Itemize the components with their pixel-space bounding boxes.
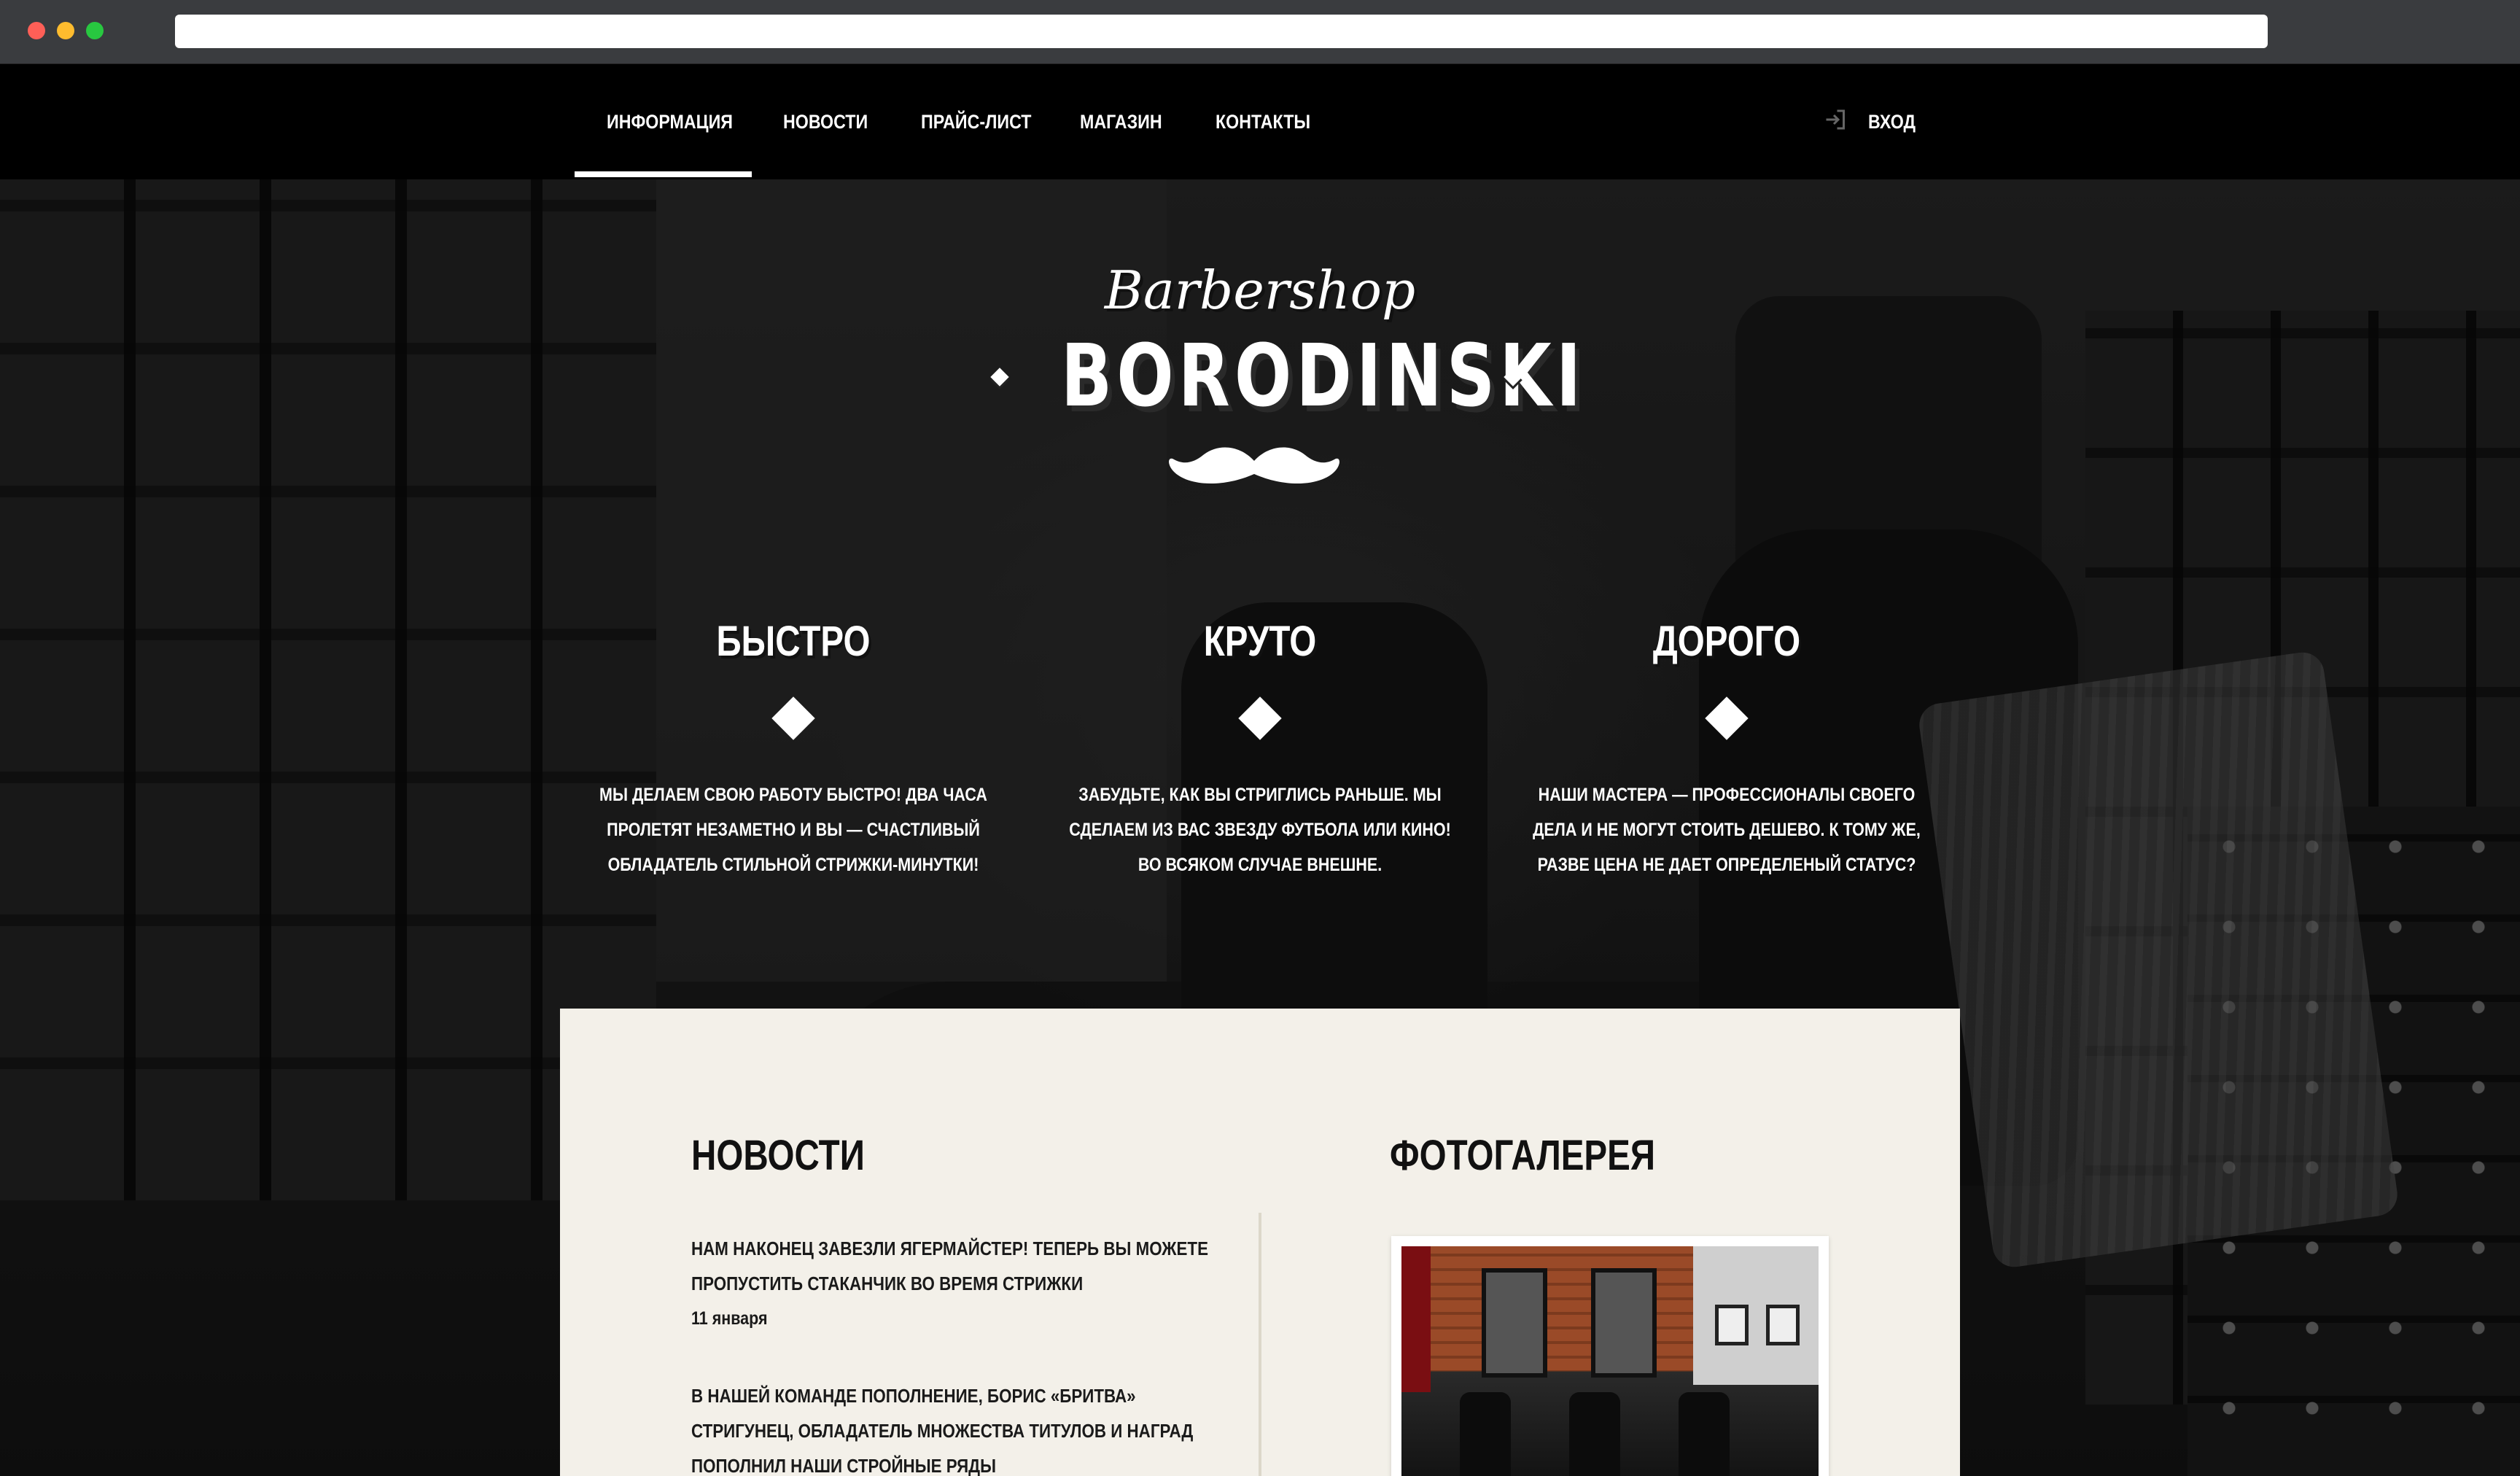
- content-panel: НОВОСТИ НАМ НАКОНЕЦ ЗАВЕЗЛИ ЯГЕРМАЙСТЕР!…: [560, 1009, 1960, 1476]
- nav-item-price-list[interactable]: ПРАЙС-ЛИСТ: [921, 64, 1031, 179]
- feature-text-fast: МЫ ДЕЛАЕМ СВОЮ РАБОТУ БЫСТРО! ДВА ЧАСА П…: [599, 785, 987, 875]
- nav-item-info[interactable]: ИНФОРМАЦИЯ: [607, 64, 733, 179]
- feature-text-expensive: НАШИ МАСТЕРА — ПРОФЕССИОНАЛЫ СВОЕГО ДЕЛА…: [1533, 785, 1921, 875]
- gallery-photo-frame[interactable]: [1391, 1236, 1829, 1476]
- photo-mirror: [1482, 1268, 1547, 1378]
- gallery-section-title: ФОТОГАЛЕРЕЯ: [1390, 1132, 1656, 1179]
- photo-curtain: [1401, 1246, 1431, 1392]
- login-icon[interactable]: [1823, 106, 1849, 133]
- gallery-photo[interactable]: [1401, 1246, 1819, 1476]
- column-divider: [1259, 1213, 1261, 1476]
- address-bar[interactable]: [175, 15, 2268, 48]
- feature-title-expensive: ДОРОГО: [1652, 618, 1801, 665]
- news-item-date: 11 января: [691, 1308, 768, 1329]
- photo-wall: [1693, 1246, 1819, 1385]
- news-item-text[interactable]: В НАШЕЙ КОМАНДЕ ПОПОЛНЕНИЕ, БОРИС «БРИТВ…: [691, 1378, 1231, 1476]
- news-item-text[interactable]: НАМ НАКОНЕЦ ЗАВЕЗЛИ ЯГЕРМАЙСТЕР! ТЕПЕРЬ …: [691, 1231, 1231, 1301]
- feature-title-cool: КРУТО: [1203, 618, 1317, 665]
- feature-title-fast: БЫСТРО: [716, 618, 871, 665]
- browser-chrome: [0, 0, 2520, 64]
- photo-frame-picture: [1766, 1305, 1800, 1345]
- feature-text-cool: ЗАБУДЬТЕ, КАК ВЫ СТРИГЛИСЬ РАНЬШЕ. МЫ СД…: [1069, 785, 1451, 875]
- mustache-icon: [1169, 447, 1339, 484]
- main-navigation: ИНФОРМАЦИЯ НОВОСТИ ПРАЙС-ЛИСТ МАГАЗИН КО…: [0, 64, 2520, 179]
- photo-chair: [1569, 1392, 1620, 1476]
- nav-item-news[interactable]: НОВОСТИ: [783, 64, 868, 179]
- nav-item-contacts[interactable]: КОНТАКТЫ: [1216, 64, 1310, 179]
- maximize-window-button[interactable]: [86, 22, 104, 39]
- news-item[interactable]: В НАШЕЙ КОМАНДЕ ПОПОЛНЕНИЕ, БОРИС «БРИТВ…: [691, 1378, 1245, 1476]
- news-section-title: НОВОСТИ: [691, 1132, 865, 1179]
- minimize-window-button[interactable]: [57, 22, 74, 39]
- photo-chair: [1460, 1392, 1511, 1476]
- logo-script-text: Barbershop: [1104, 260, 1416, 321]
- photo-frame-picture: [1715, 1305, 1749, 1345]
- close-window-button[interactable]: [28, 22, 45, 39]
- photo-chair: [1679, 1392, 1730, 1476]
- photo-mirror: [1591, 1268, 1657, 1378]
- login-link[interactable]: ВХОД: [1868, 64, 1916, 179]
- nav-item-shop[interactable]: МАГАЗИН: [1080, 64, 1162, 179]
- news-item[interactable]: НАМ НАКОНЕЦ ЗАВЕЗЛИ ЯГЕРМАЙСТЕР! ТЕПЕРЬ …: [691, 1231, 1245, 1336]
- logo-brand-name: BORODINSKI: [1061, 325, 1586, 426]
- nav-active-indicator: [575, 171, 752, 177]
